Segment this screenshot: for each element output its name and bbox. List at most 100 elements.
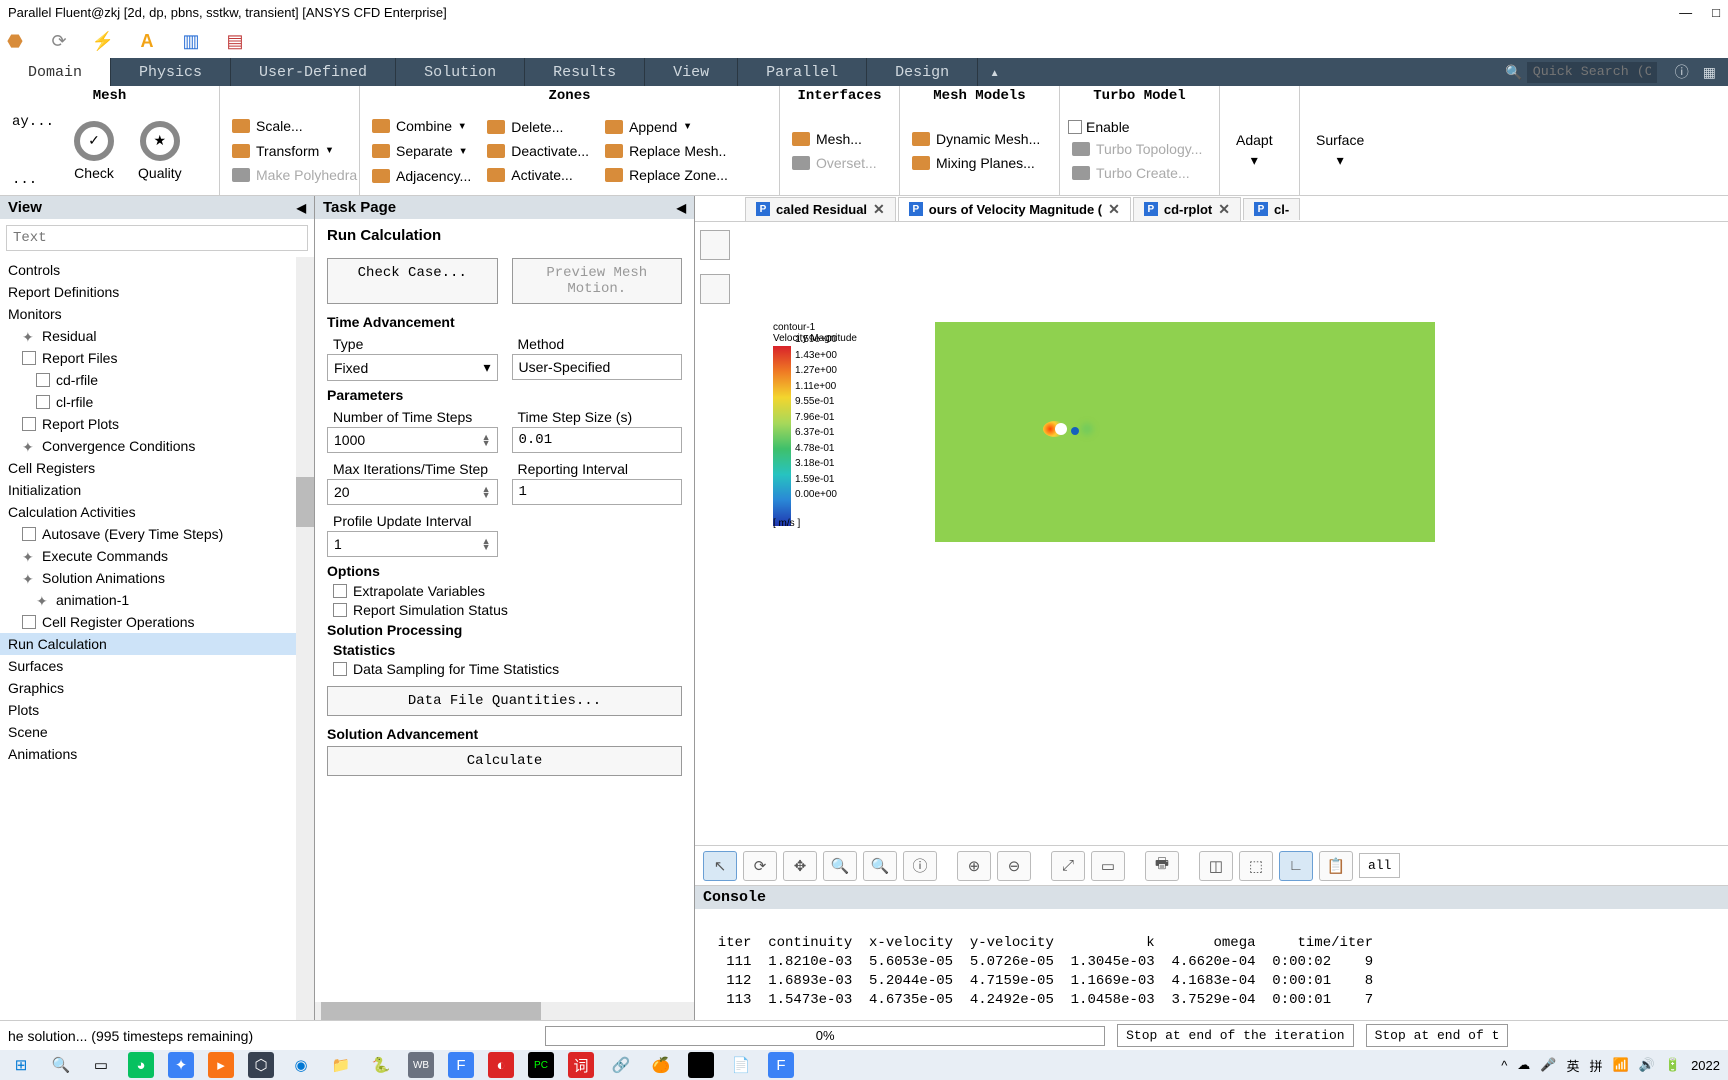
tab-user-defined[interactable]: User-Defined bbox=[231, 58, 396, 86]
ime-mode-icon[interactable]: 拼 bbox=[1590, 1056, 1603, 1075]
interfaces-mesh-button[interactable]: Mesh... bbox=[788, 129, 881, 149]
tab-domain[interactable]: Domain bbox=[0, 58, 111, 86]
graphics-tab-residuals[interactable]: Pcaled Residual✕ bbox=[745, 197, 896, 221]
probe-tool[interactable]: ⓘ bbox=[903, 851, 937, 881]
tree-item[interactable]: Report Plots bbox=[0, 413, 314, 435]
onedrive-icon[interactable]: ☁ bbox=[1517, 1057, 1530, 1073]
layout-single-button[interactable] bbox=[700, 230, 730, 260]
turbo-enable-checkbox[interactable]: Enable bbox=[1068, 119, 1206, 135]
view-button[interactable]: ▭ bbox=[1091, 851, 1125, 881]
tab-solution[interactable]: Solution bbox=[396, 58, 525, 86]
python-icon[interactable]: 🐍 bbox=[368, 1052, 394, 1078]
app-icon[interactable]: 词 bbox=[568, 1052, 594, 1078]
tree-item[interactable]: Cell Register Operations bbox=[0, 611, 314, 633]
outline-scrollbar[interactable] bbox=[296, 257, 314, 1020]
calculate-button[interactable]: Calculate bbox=[327, 746, 682, 776]
mixing-planes-button[interactable]: Mixing Planes... bbox=[908, 153, 1044, 173]
tree-item[interactable]: Surfaces bbox=[0, 655, 314, 677]
app-icon[interactable]: ⬡ bbox=[248, 1052, 274, 1078]
chart-icon[interactable]: ▥ bbox=[180, 30, 202, 52]
search-button[interactable]: 🔍 bbox=[48, 1052, 74, 1078]
max-iter-input[interactable]: 20▲▼ bbox=[327, 479, 498, 505]
layout-icon[interactable]: ▦ bbox=[1703, 64, 1716, 81]
tree-item[interactable]: Report Definitions bbox=[0, 281, 314, 303]
start-button[interactable]: ⊞ bbox=[8, 1052, 34, 1078]
volume-icon[interactable]: 🔊 bbox=[1639, 1057, 1655, 1073]
data-file-quantities-button[interactable]: Data File Quantities... bbox=[327, 686, 682, 716]
combine-button[interactable]: Combine ▾ bbox=[368, 116, 475, 137]
append-button[interactable]: Append ▾ bbox=[601, 116, 732, 137]
graphics-tab-contours[interactable]: Pours of Velocity Magnitude (✕ bbox=[898, 197, 1131, 221]
view-selector[interactable]: all bbox=[1359, 853, 1400, 878]
app-icon[interactable]: 🍊 bbox=[648, 1052, 674, 1078]
ansys-logo-icon[interactable]: A bbox=[136, 30, 158, 52]
delete-button[interactable]: Delete... bbox=[483, 117, 593, 137]
cube-icon[interactable]: ⬣ bbox=[4, 30, 26, 52]
fit-button[interactable]: ⤢ bbox=[1051, 851, 1085, 881]
wifi-icon[interactable]: 📶 bbox=[1613, 1057, 1629, 1073]
transform-button[interactable]: Transform ▾ bbox=[228, 140, 361, 161]
graphics-tab-cd[interactable]: Pcd-rplot✕ bbox=[1133, 197, 1241, 221]
zoom-in-button[interactable]: ⊕ bbox=[957, 851, 991, 881]
scale-button[interactable]: Scale... bbox=[228, 116, 361, 136]
check-button[interactable]: ✓ Check bbox=[66, 121, 122, 181]
stop-iteration-button[interactable]: Stop at end of the iteration bbox=[1117, 1024, 1353, 1047]
tree-item[interactable]: Scene bbox=[0, 721, 314, 743]
copy-button[interactable]: 📋 bbox=[1319, 851, 1353, 881]
battery-icon[interactable]: 🔋 bbox=[1665, 1057, 1681, 1073]
activate-button[interactable]: Activate... bbox=[483, 165, 593, 185]
list-icon[interactable]: ▤ bbox=[224, 30, 246, 52]
reporting-interval-input[interactable]: 1 bbox=[512, 479, 683, 505]
overset-button[interactable]: Overset... bbox=[788, 153, 881, 173]
tab-parallel[interactable]: Parallel bbox=[738, 58, 867, 86]
cube-button[interactable]: ⬚ bbox=[1239, 851, 1273, 881]
tree-item[interactable]: ✦animation-1 bbox=[0, 589, 314, 611]
dynamic-mesh-button[interactable]: Dynamic Mesh... bbox=[908, 129, 1044, 149]
tree-item[interactable]: cd-rfile bbox=[0, 369, 314, 391]
surface-button[interactable]: Surface▾ bbox=[1308, 132, 1372, 169]
deactivate-button[interactable]: Deactivate... bbox=[483, 141, 593, 161]
wechat-icon[interactable]: ◕ bbox=[128, 1052, 154, 1078]
separate-button[interactable]: Separate ▾ bbox=[368, 141, 475, 162]
notepad-icon[interactable]: 📄 bbox=[728, 1052, 754, 1078]
tab-results[interactable]: Results bbox=[525, 58, 645, 86]
tree-item[interactable]: ✦Execute Commands bbox=[0, 545, 314, 567]
tray-arrow-icon[interactable]: ^ bbox=[1501, 1058, 1507, 1073]
display-button[interactable]: ay... bbox=[8, 112, 58, 132]
report-status-checkbox[interactable]: Report Simulation Status bbox=[333, 602, 682, 618]
taskview-button[interactable]: ▭ bbox=[88, 1052, 114, 1078]
tree-item[interactable]: Plots bbox=[0, 699, 314, 721]
tab-view[interactable]: View bbox=[645, 58, 738, 86]
task-h-scrollbar[interactable] bbox=[315, 1002, 694, 1020]
tree-item[interactable]: Initialization bbox=[0, 479, 314, 501]
close-icon[interactable]: ✕ bbox=[873, 201, 885, 218]
explorer-icon[interactable]: 📁 bbox=[328, 1052, 354, 1078]
tree-item[interactable]: Controls bbox=[0, 259, 314, 281]
polyhedra-button[interactable]: Make Polyhedra bbox=[228, 165, 361, 185]
adjacency-button[interactable]: Adjacency... bbox=[368, 166, 475, 186]
profile-update-input[interactable]: 1▲▼ bbox=[327, 531, 498, 557]
edge-icon[interactable]: ◉ bbox=[288, 1052, 314, 1078]
extrapolate-checkbox[interactable]: Extrapolate Variables bbox=[333, 583, 682, 599]
method-select[interactable]: User-Specified bbox=[512, 354, 683, 380]
app-icon[interactable]: 🔗 bbox=[608, 1052, 634, 1078]
layout-options-button[interactable] bbox=[700, 274, 730, 304]
ime-icon[interactable]: 英 bbox=[1566, 1056, 1579, 1075]
quick-search[interactable]: 🔍 bbox=[1499, 58, 1662, 86]
scroll-thumb[interactable] bbox=[296, 477, 314, 527]
collapse-icon[interactable]: ◀ bbox=[297, 201, 306, 215]
collapse-icon[interactable]: ◀ bbox=[677, 201, 686, 215]
pointer-tool[interactable]: ↖ bbox=[703, 851, 737, 881]
lightning-icon[interactable]: ⚡ bbox=[92, 30, 114, 52]
quick-search-input[interactable] bbox=[1527, 62, 1657, 83]
tab-collapse-arrow[interactable]: ▴ bbox=[978, 58, 1011, 86]
tree-item[interactable]: Cell Registers bbox=[0, 457, 314, 479]
fluent-app-icon[interactable]: F bbox=[768, 1052, 794, 1078]
stop-timestep-button[interactable]: Stop at end of t bbox=[1366, 1024, 1509, 1047]
time-step-size-input[interactable]: 0.01 bbox=[512, 427, 683, 453]
check-case-button[interactable]: Check Case... bbox=[327, 258, 498, 304]
pycharm-icon[interactable]: PC bbox=[528, 1052, 554, 1078]
music-icon[interactable]: ◐ bbox=[488, 1052, 514, 1078]
contour-plot[interactable]: contour-1 Velocity Magnitude 1.59e+001.4… bbox=[735, 222, 1728, 845]
app-icon[interactable]: ✦ bbox=[168, 1052, 194, 1078]
